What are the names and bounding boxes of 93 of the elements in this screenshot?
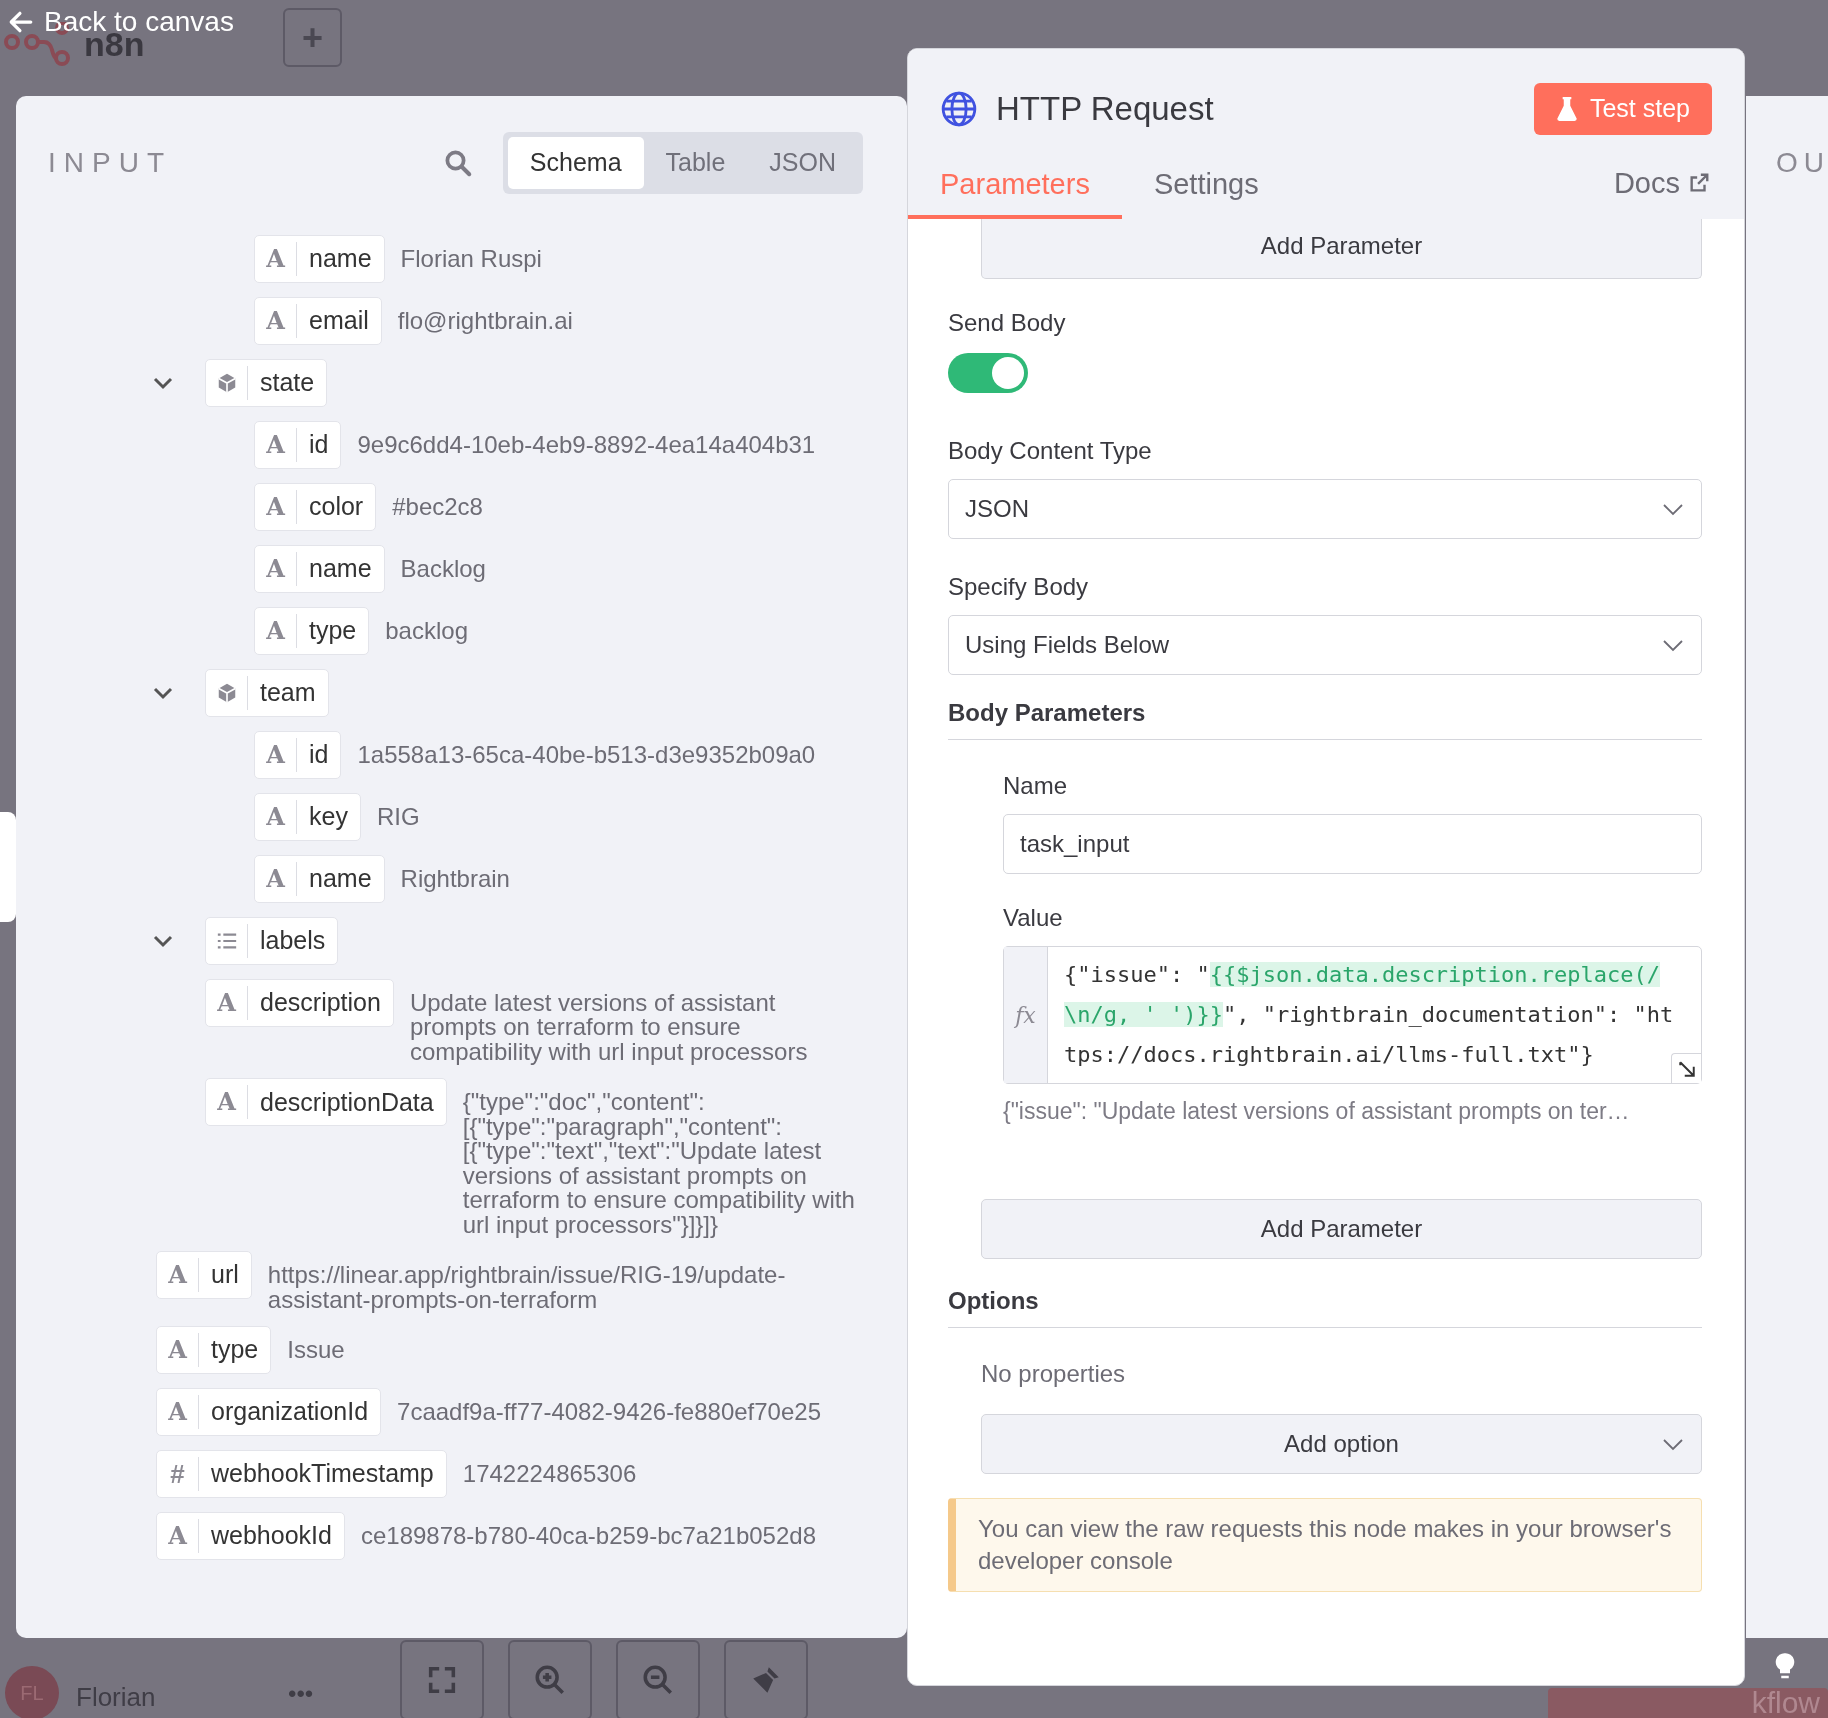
- string-type-icon: A: [168, 1394, 187, 1431]
- node-title: HTTP Request: [996, 89, 1214, 130]
- code-editor[interactable]: fx {"issue": "{{$json.data.description.replace(/\n/g, ' ')}}", "rightbrain_documentation": "https://docs.rightbrain.ai/llms-full.txt"}: [1003, 946, 1702, 1084]
- field-key[interactable]: A name: [254, 235, 385, 283]
- field-key[interactable]: A color: [254, 483, 377, 531]
- globe-icon: [940, 90, 978, 128]
- string-type-icon: A: [266, 489, 285, 525]
- back-arrow-icon: [8, 9, 34, 35]
- field-value: #bec2c8: [392, 495, 483, 520]
- string-type-icon: A: [217, 985, 236, 1021]
- empty-text: No properties: [981, 1358, 1127, 1389]
- field-value: 7caadf9a-ff77-4082-9426-fe880ef70e25: [397, 1400, 821, 1425]
- field-value: {"type":"doc","content":[{"type":"paragraph","content":[{"type":"text","text":"Update latest versions of assistant prompts on terraform to ensure compatibility with url input processors"}]}]}: [462, 1090, 856, 1238]
- user-name: Florian: [76, 1681, 156, 1714]
- field-value: 9e9c6dd4-10eb-4eb9-8892-4ea14a404b31: [357, 433, 816, 458]
- view-tab[interactable]: JSON: [747, 137, 858, 189]
- field-value: 1742224865306: [462, 1462, 637, 1487]
- field-label: Send Body: [948, 308, 1067, 338]
- send-body-toggle[interactable]: [948, 353, 1028, 393]
- string-type-icon: A: [266, 241, 285, 277]
- section-title: Body Parameters: [948, 695, 1702, 740]
- field-key[interactable]: A descriptionData: [205, 1078, 447, 1127]
- field-label: Specify Body: [948, 572, 1090, 602]
- field-value: ce189878-b780-40ca-b259-bc7a21b052d8: [360, 1524, 816, 1549]
- string-type-icon: A: [266, 861, 285, 897]
- field-key[interactable]: labels: [205, 917, 339, 965]
- string-type-icon: A: [266, 551, 285, 587]
- field-value: https://linear.app/rightbrain/issue/RIG-19/update-assistant-prompts-on-terraform: [267, 1263, 787, 1313]
- field-key[interactable]: A id: [254, 731, 342, 779]
- field-value: backlog: [385, 619, 468, 644]
- field-key[interactable]: A name: [254, 855, 385, 903]
- add-parameter-button[interactable]: Add Parameter: [981, 219, 1702, 279]
- zoom-in-button[interactable]: [508, 1640, 592, 1718]
- string-type-icon: A: [168, 1518, 187, 1555]
- field-label: Body Content Type: [948, 436, 1153, 466]
- field-key[interactable]: A email: [254, 297, 382, 345]
- string-type-icon: A: [266, 613, 285, 649]
- field-key[interactable]: A id: [254, 421, 342, 469]
- external-link-icon: [1688, 172, 1710, 195]
- flask-icon: [1555, 96, 1578, 122]
- broom-button[interactable]: [724, 1640, 808, 1718]
- number-type-icon: #: [170, 1454, 185, 1494]
- panel-title: INPUT: [48, 146, 172, 180]
- output-label: OU: [1776, 147, 1828, 178]
- field-value: Issue: [287, 1338, 345, 1363]
- dropdown[interactable]: Using Fields Below: [948, 615, 1702, 675]
- string-type-icon: A: [217, 1084, 236, 1121]
- section-title: Options: [948, 1282, 1702, 1328]
- string-type-icon: A: [266, 799, 285, 835]
- field-key[interactable]: state: [205, 359, 328, 407]
- zoom-out-icon: [641, 1663, 675, 1697]
- field-key[interactable]: A type: [254, 607, 370, 655]
- add-option-dropdown[interactable]: Add option: [981, 1413, 1702, 1474]
- info-notice: You can view the raw requests this node makes in your browser's developer console: [948, 1497, 1702, 1592]
- view-tab[interactable]: Table: [643, 137, 748, 189]
- expression-marker: fx: [1004, 947, 1048, 1083]
- field-value: RIG: [376, 805, 420, 830]
- string-type-icon: A: [266, 427, 285, 463]
- field-label: Value: [1003, 903, 1064, 933]
- field-value: flo@rightbrain.ai: [397, 309, 573, 334]
- view-tab[interactable]: Schema: [507, 137, 644, 189]
- field-value: Update latest versions of assistant prompts on terraform to ensure compatibility with url input processors: [409, 991, 809, 1065]
- string-type-icon: A: [266, 303, 285, 339]
- field-key[interactable]: A description: [205, 979, 394, 1027]
- field-key[interactable]: A url: [156, 1251, 252, 1300]
- dropdown[interactable]: JSON: [948, 479, 1702, 539]
- field-value: Florian Ruspi: [400, 247, 542, 272]
- string-type-icon: A: [266, 737, 285, 773]
- list-icon: [215, 930, 238, 952]
- field-key[interactable]: team: [205, 669, 329, 717]
- expression-preview: {"issue": "Update latest versions of assistant prompts on ter…: [1003, 1097, 1631, 1126]
- field-label: Name: [1003, 771, 1069, 801]
- field-key[interactable]: A webhookId: [156, 1512, 345, 1561]
- panel-tab[interactable]: Settings: [1121, 155, 1291, 219]
- add-parameter-button[interactable]: Add Parameter: [981, 1198, 1702, 1259]
- field-key[interactable]: A organizationId: [156, 1388, 382, 1437]
- fit-view-button[interactable]: [400, 1640, 484, 1718]
- expand-icon: [1677, 1059, 1696, 1078]
- field-key[interactable]: # webhookTimestamp: [156, 1450, 447, 1499]
- expand-button[interactable]: [1671, 1053, 1701, 1083]
- field-key[interactable]: A name: [254, 545, 385, 593]
- field-key[interactable]: A type: [156, 1326, 272, 1375]
- field-key[interactable]: A key: [254, 793, 361, 841]
- search-icon[interactable]: [442, 148, 473, 178]
- docs-link[interactable]: Docs: [1613, 161, 1710, 205]
- string-type-icon: A: [168, 1257, 187, 1294]
- name-input[interactable]: task_input: [1003, 814, 1702, 874]
- zoom-out-button[interactable]: [616, 1640, 700, 1718]
- field-value: Backlog: [400, 557, 486, 582]
- string-type-icon: A: [168, 1332, 187, 1369]
- field-value: 1a558a13-65ca-40be-b513-d3e9352b09a0: [357, 743, 816, 768]
- zoom-in-icon: [533, 1663, 567, 1697]
- field-value: Rightbrain: [400, 867, 510, 892]
